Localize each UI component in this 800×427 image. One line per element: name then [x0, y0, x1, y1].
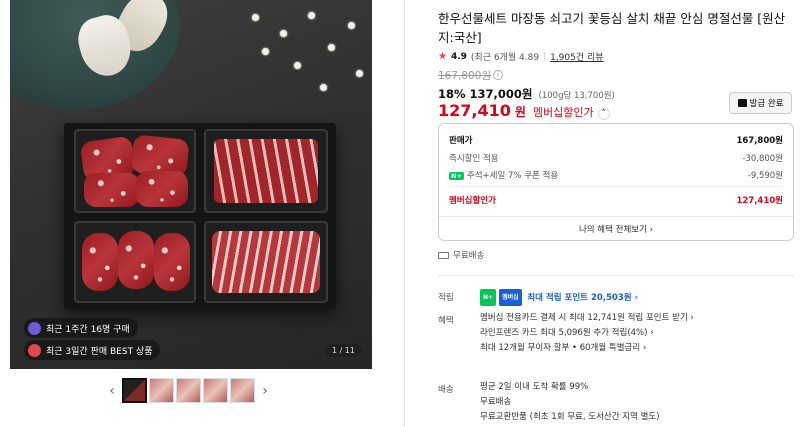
- thumbnail-strip: ‹ ›: [104, 378, 273, 403]
- delivery-item: 평균 2일 이내 도착 확률 99%: [480, 382, 589, 392]
- tray-cell: [204, 129, 328, 213]
- npay-badge: N+: [480, 289, 497, 306]
- delivery-item: 무료교환반품 (최초 1회 무료, 도서산간 지역 별도): [480, 412, 660, 422]
- user-icon: [28, 321, 41, 335]
- review-link[interactable]: 1,905건 리뷰: [550, 50, 603, 63]
- breakdown-row: 즉시할인 적용 -30,800원: [449, 154, 783, 164]
- star-icon: ★: [438, 51, 447, 62]
- product-image[interactable]: 최근 1주간 16명 구매 최근 3일간 판매 BEST 상품 1 / 11: [10, 0, 372, 369]
- view-all-benefits-link[interactable]: 나의 혜택 전체보기 ›: [439, 223, 793, 235]
- free-shipping: 무료배송: [438, 249, 484, 261]
- product-title: 한우선물세트 마장동 쇠고기 꽃등심 살치 채끝 안심 명절선물 [원산지:국산…: [438, 11, 786, 45]
- best-seller-badge: 최근 3일간 판매 BEST 상품: [24, 340, 161, 360]
- chevron-up-icon[interactable]: ˄: [597, 108, 610, 120]
- fire-icon: [28, 343, 41, 357]
- coupon-issued-button[interactable]: 발급 완료: [729, 92, 792, 114]
- benefit-item[interactable]: 멤버십 전용카드 결제 시 최대 12,741원 적립 포인트 받기 ›: [480, 311, 694, 326]
- original-price: 167,800원: [438, 70, 492, 82]
- membership-badge: 멤버십: [499, 289, 522, 306]
- truck-icon: [438, 251, 449, 259]
- thumbnail[interactable]: [203, 378, 228, 403]
- info-icon[interactable]: i: [493, 70, 503, 80]
- npay-icon: N+: [449, 172, 464, 180]
- points-label: 적립: [438, 293, 454, 303]
- coupon-icon: [737, 99, 747, 107]
- thumbnail[interactable]: [176, 378, 201, 403]
- tray-cell: [74, 129, 196, 213]
- benefits-list: 멤버십 전용카드 결제 시 최대 12,741원 적립 포인트 받기 › 라인프…: [480, 311, 694, 356]
- recent-purchase-badge: 최근 1주간 16명 구매: [24, 318, 138, 338]
- thumbnail[interactable]: [122, 378, 147, 403]
- sale-price: 18% 137,000원 (100g당 13,700원): [438, 87, 615, 101]
- thumbnail[interactable]: [149, 378, 174, 403]
- tray-cell: [204, 221, 328, 303]
- next-thumb-button[interactable]: ›: [257, 383, 273, 399]
- thumbnail[interactable]: [230, 378, 255, 403]
- delivery-item: 무료배송: [480, 397, 512, 407]
- rating-row: ★ 4.9 (최근 6개월 4.89 | 1,905건 리뷰: [438, 50, 604, 63]
- benefit-item[interactable]: 라인프렌즈 카드 최대 5,096원 추가 적립(4%) ›: [480, 326, 694, 341]
- divider: [438, 275, 794, 276]
- meat-tray: [64, 123, 336, 309]
- benefit-item[interactable]: 최대 12개월 무이자 할부 • 60개월 특별금리 ›: [480, 341, 694, 356]
- points-info[interactable]: N+ 멤버십 최대 적립 포인트 20,503원 ›: [480, 289, 638, 306]
- membership-price: 127,410 원 멤버십할인가 ˄: [438, 101, 610, 120]
- breakdown-row: 판매가 167,800원: [449, 136, 783, 146]
- prev-thumb-button[interactable]: ‹: [104, 383, 120, 399]
- blossom-branch: [232, 0, 372, 110]
- delivery-list: 평균 2일 이내 도착 확률 99% 무료배송 무료교환반품 (최초 1회 무료…: [480, 380, 660, 425]
- image-counter: 1 / 11: [324, 344, 362, 357]
- benefits-label: 혜택: [438, 316, 454, 326]
- delivery-label: 배송: [438, 385, 454, 395]
- divider: [404, 0, 405, 427]
- breakdown-total: 멤버십할인가 127,410원: [449, 196, 783, 206]
- breakdown-row: N+ 주석+세일 7% 쿠폰 적용 -9,590원: [449, 171, 783, 181]
- tray-cell: [74, 221, 196, 303]
- price-breakdown: 판매가 167,800원 즉시할인 적용 -30,800원 N+ 주석+세일 7% 쿠…: [438, 123, 794, 241]
